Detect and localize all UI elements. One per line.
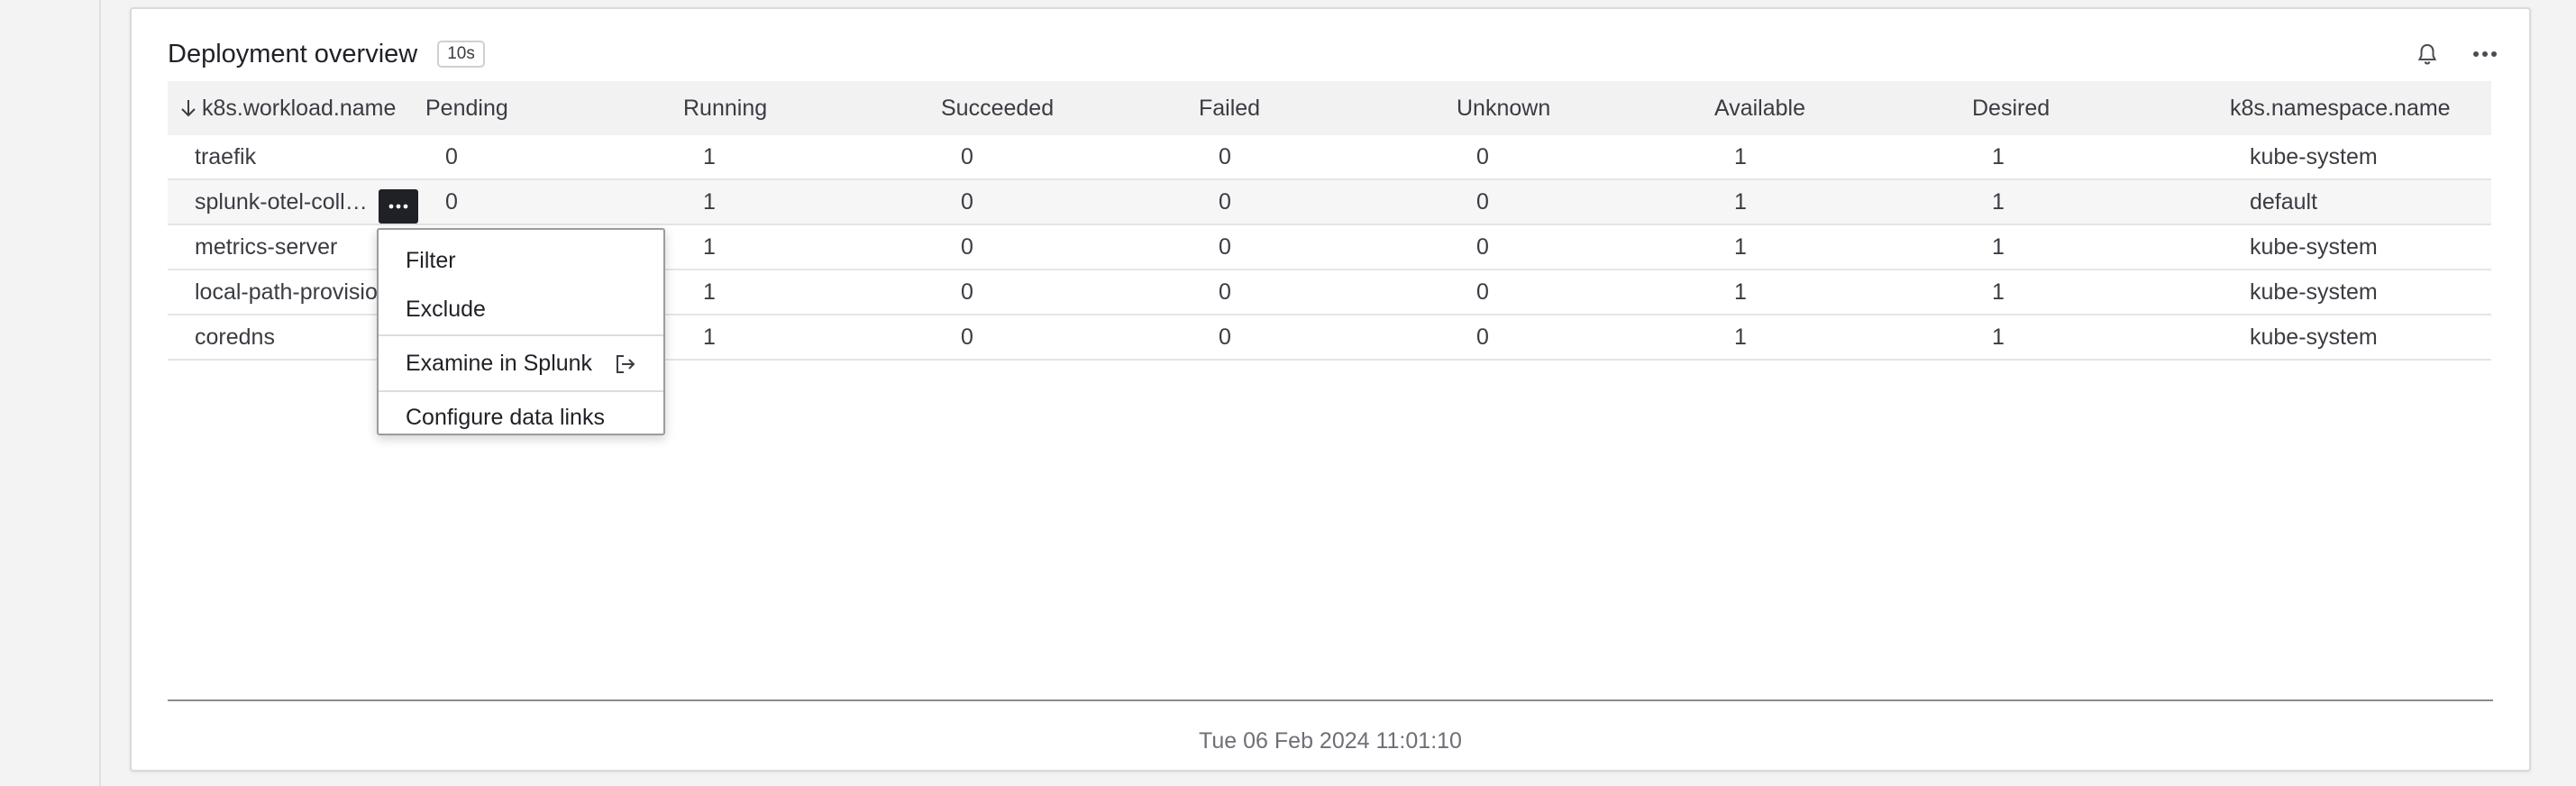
- panel-more-button[interactable]: [2470, 39, 2500, 69]
- succeeded-cell: 0: [961, 143, 973, 169]
- available-cell: 1: [1734, 279, 1747, 305]
- failed-cell: 0: [1219, 143, 1231, 169]
- failed-cell: 0: [1219, 279, 1231, 305]
- desired-cell: 1: [1992, 279, 2005, 305]
- alert-button[interactable]: [2412, 39, 2443, 69]
- column-header-namespace-name[interactable]: k8s.namespace.name: [2230, 96, 2491, 122]
- pending-cell: 0: [445, 188, 458, 215]
- namespace-cell[interactable]: kube-system: [2230, 144, 2491, 170]
- workload-name-text[interactable]: splunk-otel-coll…: [195, 189, 368, 215]
- menu-item-exclude[interactable]: Exclude: [379, 286, 663, 333]
- unknown-cell: 0: [1476, 233, 1489, 260]
- row-context-menu: Filter Exclude Examine in Splunk Configu…: [377, 228, 665, 435]
- running-cell: 1: [703, 188, 716, 215]
- running-cell: 1: [703, 233, 716, 260]
- more-horizontal-icon: [388, 204, 408, 209]
- failed-cell: 0: [1219, 324, 1231, 350]
- column-header-unknown[interactable]: Unknown: [1457, 96, 1714, 122]
- refresh-interval-badge: 10s: [437, 41, 485, 68]
- desired-cell: 1: [1992, 188, 2005, 215]
- menu-item-filter[interactable]: Filter: [379, 235, 663, 286]
- available-cell: 1: [1734, 324, 1747, 350]
- panel-header: Deployment overview 10s: [168, 31, 2500, 78]
- open-external-icon: [617, 355, 635, 373]
- menu-item-label: Examine in Splunk: [406, 350, 593, 376]
- namespace-cell[interactable]: default: [2230, 189, 2491, 215]
- running-cell: 1: [703, 143, 716, 169]
- left-rail: [0, 0, 101, 786]
- panel-actions: [2412, 39, 2500, 69]
- running-cell: 1: [703, 279, 716, 305]
- menu-item-label: Filter: [406, 247, 456, 273]
- available-cell: 1: [1734, 188, 1747, 215]
- menu-item-label: Configure data links: [406, 404, 605, 430]
- table-row[interactable]: traefik 0 1 0 0 0 1 1 kube-system: [168, 135, 2491, 180]
- column-header-label: k8s.workload.name: [202, 95, 397, 121]
- more-horizontal-icon: [2473, 51, 2497, 57]
- succeeded-cell: 0: [961, 233, 973, 260]
- unknown-cell: 0: [1476, 324, 1489, 350]
- desired-cell: 1: [1992, 324, 2005, 350]
- panel-title: Deployment overview: [168, 39, 418, 69]
- available-cell: 1: [1734, 233, 1747, 260]
- available-cell: 1: [1734, 143, 1747, 169]
- running-cell: 1: [703, 324, 716, 350]
- unknown-cell: 0: [1476, 143, 1489, 169]
- column-header-pending[interactable]: Pending: [425, 96, 683, 122]
- arrow-down-icon: [181, 100, 196, 117]
- column-header-succeeded[interactable]: Succeeded: [941, 96, 1199, 122]
- pending-cell: 0: [445, 143, 458, 169]
- succeeded-cell: 0: [961, 188, 973, 215]
- unknown-cell: 0: [1476, 188, 1489, 215]
- failed-cell: 0: [1219, 233, 1231, 260]
- table-row[interactable]: splunk-otel-coll… 0 1 0 0 0 1 1 default: [168, 180, 2491, 225]
- succeeded-cell: 0: [961, 279, 973, 305]
- namespace-cell[interactable]: kube-system: [2230, 279, 2491, 306]
- column-header-available[interactable]: Available: [1714, 96, 1972, 122]
- namespace-cell[interactable]: kube-system: [2230, 234, 2491, 260]
- failed-cell: 0: [1219, 188, 1231, 215]
- row-actions-button[interactable]: [379, 189, 418, 224]
- menu-item-configure-data-links[interactable]: Configure data links: [379, 394, 663, 441]
- column-header-desired[interactable]: Desired: [1972, 96, 2230, 122]
- menu-divider: [379, 334, 663, 336]
- unknown-cell: 0: [1476, 279, 1489, 305]
- table-header: k8s.workload.name Pending Running Succee…: [168, 81, 2491, 135]
- desired-cell: 1: [1992, 233, 2005, 260]
- workload-name-cell[interactable]: traefik: [168, 144, 425, 170]
- column-header-running[interactable]: Running: [683, 96, 941, 122]
- menu-divider: [379, 390, 663, 392]
- menu-item-examine-in-splunk[interactable]: Examine in Splunk: [379, 338, 663, 388]
- column-header-failed[interactable]: Failed: [1199, 96, 1457, 122]
- bell-icon: [2417, 43, 2437, 65]
- desired-cell: 1: [1992, 143, 2005, 169]
- column-header-workload-name[interactable]: k8s.workload.name: [168, 96, 425, 122]
- namespace-cell[interactable]: kube-system: [2230, 324, 2491, 351]
- last-updated-timestamp: Tue 06 Feb 2024 11:01:10: [1199, 728, 1462, 754]
- chart-divider: [168, 699, 2493, 701]
- succeeded-cell: 0: [961, 324, 973, 350]
- menu-item-label: Exclude: [406, 296, 486, 322]
